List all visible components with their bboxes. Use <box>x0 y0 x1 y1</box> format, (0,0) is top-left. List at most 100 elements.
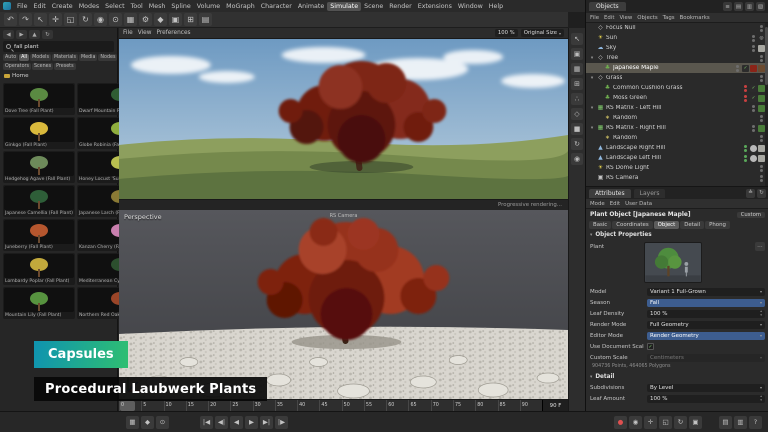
previous-frame-button[interactable]: ◀ <box>230 416 243 429</box>
mat-gray-tag[interactable] <box>758 145 765 152</box>
filter-operators[interactable]: Operators <box>3 63 31 70</box>
select-mode-icon[interactable]: ↖ <box>571 33 583 45</box>
check-tag[interactable]: ✓ <box>750 95 757 102</box>
menu-create[interactable]: Create <box>49 2 76 11</box>
expand-icon[interactable]: ▾ <box>589 106 595 111</box>
next-key-button[interactable]: ▶| <box>260 416 273 429</box>
modeling-axis-icon[interactable]: ▣ <box>169 13 182 26</box>
check-tag[interactable]: ✓ <box>750 85 757 92</box>
rv-menu-preferences[interactable]: Preferences <box>156 30 190 36</box>
key-position-icon[interactable]: ✛ <box>644 416 657 429</box>
frame-35[interactable]: 35 <box>275 400 297 411</box>
menu-character[interactable]: Character <box>258 2 295 11</box>
om-menu-bookmarks[interactable]: Bookmarks <box>680 15 710 21</box>
grid-icon[interactable]: ▤ <box>199 13 212 26</box>
object-row-rs-matrix-left-hill[interactable]: ▾▦RS Matrix - Left Hill <box>586 103 768 113</box>
zoom-level[interactable]: 100 % <box>495 29 518 37</box>
filter-all[interactable]: All <box>19 54 29 61</box>
model-mode-icon[interactable]: ▣ <box>571 48 583 60</box>
preview-options-button[interactable]: ⋯ <box>755 242 765 251</box>
om-menu-file[interactable]: File <box>590 15 599 21</box>
lock-icon[interactable]: ≙ <box>746 189 755 198</box>
mat-green-tag[interactable] <box>758 95 765 102</box>
frame-80[interactable]: 80 <box>475 400 497 411</box>
frame-70[interactable]: 70 <box>431 400 453 411</box>
menu-volume[interactable]: Volume <box>194 2 223 11</box>
visibility-dots[interactable] <box>760 25 763 32</box>
key-rotation-icon[interactable]: ↻ <box>674 416 687 429</box>
menu-help[interactable]: Help <box>486 2 506 11</box>
checkbox[interactable]: ✓ <box>647 343 654 350</box>
dropdown[interactable]: Fall▾ <box>647 299 765 307</box>
timeline-ruler[interactable]: 051015202530354045505560657075808590 <box>119 400 542 411</box>
viewport-label[interactable]: Perspective <box>124 213 162 221</box>
menu-window[interactable]: Window <box>455 2 486 11</box>
search-input[interactable]: fall plant <box>3 41 114 52</box>
go-to-start-button[interactable]: |◀ <box>200 416 213 429</box>
mat-gray-tag[interactable] <box>758 45 765 52</box>
expand-icon[interactable]: ▾ <box>589 76 595 81</box>
phong-tag[interactable] <box>750 155 757 162</box>
attr-tab-object[interactable]: Object <box>654 221 680 229</box>
layout-b-icon[interactable]: ▥ <box>745 2 754 11</box>
attr-tab-detail[interactable]: Detail <box>680 221 704 229</box>
om-menu-view[interactable]: View <box>619 15 632 21</box>
asset-mountain-lily-fall-plant[interactable]: Mountain Lily (Fall Plant) <box>3 287 75 319</box>
expand-icon[interactable]: ▾ <box>589 126 595 131</box>
previous-key-button[interactable]: ◀| <box>215 416 228 429</box>
target-tag[interactable]: ◎ <box>758 35 765 42</box>
size-mode-dropdown[interactable]: Original Size▾ <box>521 29 564 37</box>
menu-file[interactable]: File <box>14 2 31 11</box>
frame-40[interactable]: 40 <box>297 400 319 411</box>
om-menu-edit[interactable]: Edit <box>604 15 614 21</box>
visibility-dots[interactable] <box>760 115 763 122</box>
expand-icon[interactable]: ▾ <box>589 56 595 61</box>
filter-models[interactable]: Models <box>30 54 51 61</box>
tab-attributes[interactable]: Attributes <box>589 189 631 198</box>
marker-icon[interactable]: ⊙ <box>156 416 169 429</box>
visibility-dots[interactable] <box>760 75 763 82</box>
asset-ginkgo-fall-plant[interactable]: Ginkgo (Fall Plant) <box>3 117 75 149</box>
visibility-dots[interactable] <box>752 35 755 42</box>
object-row-common-cushion-grass[interactable]: ♣Common Cushion Grass✓ <box>586 83 768 93</box>
frame-45[interactable]: 45 <box>319 400 341 411</box>
frame-30[interactable]: 30 <box>253 400 275 411</box>
attr-tab-phong[interactable]: Phong <box>705 221 730 229</box>
object-row-moss-green[interactable]: ♣Moss Green✓ <box>586 93 768 103</box>
spinner-icon[interactable]: ▴▾ <box>760 310 762 316</box>
texture-mode-icon[interactable]: ▦ <box>571 63 583 75</box>
tab-layers[interactable]: Layers <box>634 189 666 198</box>
attr-tab-basic[interactable]: Basic <box>589 221 611 229</box>
visibility-dots[interactable] <box>752 125 755 132</box>
workplane-icon[interactable]: ⊞ <box>571 78 583 90</box>
visibility-dots[interactable] <box>752 45 755 52</box>
reload-icon[interactable]: ↻ <box>42 30 53 39</box>
team-render-icon[interactable]: ▥ <box>734 416 747 429</box>
object-row-sky[interactable]: ☁Sky <box>586 43 768 53</box>
asset-juneberry-fall-plant[interactable]: Juneberry (Fall Plant) <box>3 219 75 251</box>
section-detail[interactable]: ▾ Detail <box>586 372 768 382</box>
up-icon[interactable]: ▲ <box>29 30 40 39</box>
object-row-rs-dome-light[interactable]: ☀RS Dome Light <box>586 163 768 173</box>
visibility-dots[interactable] <box>736 65 739 72</box>
scale-tool-icon[interactable]: ◱ <box>64 13 77 26</box>
history-icon[interactable]: ↻ <box>757 189 766 198</box>
autokey-button[interactable]: ◉ <box>629 416 642 429</box>
filter-nodes[interactable]: Nodes <box>98 54 117 61</box>
mat-brown-tag[interactable] <box>758 65 765 72</box>
custom-button[interactable]: Custom <box>737 212 765 218</box>
visibility-dots[interactable] <box>760 175 763 182</box>
key-scale-icon[interactable]: ◱ <box>659 416 672 429</box>
object-row-landscape-right-hill[interactable]: ▲Landscape Right Hill <box>586 143 768 153</box>
render-settings-icon[interactable]: ⚙ <box>139 13 152 26</box>
object-row-rs-matrix-right-hill[interactable]: ▾▦RS Matrix - Right Hill <box>586 123 768 133</box>
record-button[interactable]: ● <box>614 416 627 429</box>
menu-render[interactable]: Render <box>386 2 414 11</box>
visibility-dots[interactable] <box>744 145 747 152</box>
enable-axis-icon[interactable]: ↻ <box>571 138 583 150</box>
spinner-icon[interactable]: ▴▾ <box>760 395 762 401</box>
phong-tag[interactable] <box>750 145 757 152</box>
mat-green-tag[interactable] <box>758 105 765 112</box>
material-manager-icon[interactable]: ◆ <box>154 13 167 26</box>
rv-menu-view[interactable]: View <box>138 30 152 36</box>
